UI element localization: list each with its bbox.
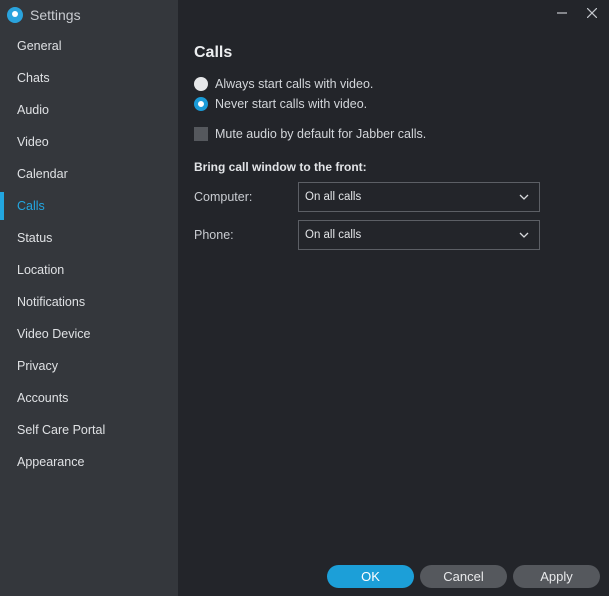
sidebar-item-label: Calendar: [17, 167, 68, 181]
computer-label: Computer:: [194, 190, 253, 204]
dialog-buttons: OK Cancel Apply: [327, 565, 600, 588]
sidebar-item-label: Location: [17, 263, 65, 277]
settings-window: Settings General Chats Audio Video Calen…: [0, 0, 609, 596]
checkbox-icon: [194, 127, 208, 141]
computer-row: Computer: On all calls: [194, 178, 594, 216]
phone-row: Phone: On all calls: [194, 216, 594, 254]
phone-select-value: On all calls: [305, 229, 362, 241]
sidebar-item-appearance[interactable]: Appearance: [0, 446, 178, 478]
chevron-down-icon: [519, 194, 529, 200]
never-video-radio[interactable]: Never start calls with video.: [194, 94, 594, 114]
sidebar-item-label: Self Care Portal: [17, 423, 106, 437]
window-title: Settings: [30, 7, 81, 23]
page-title: Calls: [194, 44, 233, 61]
always-video-radio[interactable]: Always start calls with video.: [194, 74, 594, 94]
sidebar-item-label: Status: [17, 231, 53, 245]
close-button[interactable]: [583, 4, 601, 22]
radio-unchecked-icon: [194, 77, 208, 91]
sidebar: Settings General Chats Audio Video Calen…: [0, 0, 178, 596]
computer-select[interactable]: On all calls: [298, 182, 540, 212]
phone-select[interactable]: On all calls: [298, 220, 540, 250]
sidebar-item-label: General: [17, 39, 62, 53]
sidebar-item-video-device[interactable]: Video Device: [0, 318, 178, 350]
sidebar-item-label: Audio: [17, 103, 49, 117]
sidebar-item-location[interactable]: Location: [0, 254, 178, 286]
apply-button[interactable]: Apply: [513, 565, 600, 588]
sidebar-item-notifications[interactable]: Notifications: [0, 286, 178, 318]
sidebar-item-self-care-portal[interactable]: Self Care Portal: [0, 414, 178, 446]
mute-audio-checkbox[interactable]: Mute audio by default for Jabber calls.: [194, 124, 594, 144]
settings-nav: General Chats Audio Video Calendar Calls…: [0, 30, 178, 478]
minimize-icon: [557, 12, 567, 14]
sidebar-item-privacy[interactable]: Privacy: [0, 350, 178, 382]
ok-button[interactable]: OK: [327, 565, 414, 588]
sidebar-item-calendar[interactable]: Calendar: [0, 158, 178, 190]
close-icon: [587, 8, 597, 18]
title-bar: Settings: [0, 0, 178, 30]
sidebar-item-label: Appearance: [17, 455, 85, 469]
sidebar-item-label: Chats: [17, 71, 50, 85]
sidebar-item-chats[interactable]: Chats: [0, 62, 178, 94]
chevron-down-icon: [519, 232, 529, 238]
sidebar-item-calls[interactable]: Calls: [0, 190, 178, 222]
always-video-label: Always start calls with video.: [215, 77, 374, 91]
calls-panel: Calls Always start calls with video. Nev…: [194, 44, 594, 254]
sidebar-item-label: Notifications: [17, 295, 86, 309]
mute-audio-label: Mute audio by default for Jabber calls.: [215, 127, 427, 141]
sidebar-item-audio[interactable]: Audio: [0, 94, 178, 126]
sidebar-item-accounts[interactable]: Accounts: [0, 382, 178, 414]
minimize-button[interactable]: [553, 4, 571, 22]
sidebar-item-label: Calls: [17, 199, 45, 213]
computer-select-value: On all calls: [305, 191, 362, 203]
radio-checked-icon: [194, 97, 208, 111]
cancel-button[interactable]: Cancel: [420, 565, 507, 588]
sidebar-item-label: Privacy: [17, 359, 58, 373]
bring-front-label: Bring call window to the front:: [194, 160, 367, 174]
sidebar-item-status[interactable]: Status: [0, 222, 178, 254]
sidebar-item-label: Video Device: [17, 327, 91, 341]
sidebar-item-video[interactable]: Video: [0, 126, 178, 158]
sidebar-item-label: Accounts: [17, 391, 69, 405]
sidebar-item-label: Video: [17, 135, 49, 149]
jabber-app-icon: [7, 7, 23, 23]
never-video-label: Never start calls with video.: [215, 97, 368, 111]
sidebar-item-general[interactable]: General: [0, 30, 178, 62]
phone-label: Phone:: [194, 228, 234, 242]
window-controls: [553, 4, 601, 22]
